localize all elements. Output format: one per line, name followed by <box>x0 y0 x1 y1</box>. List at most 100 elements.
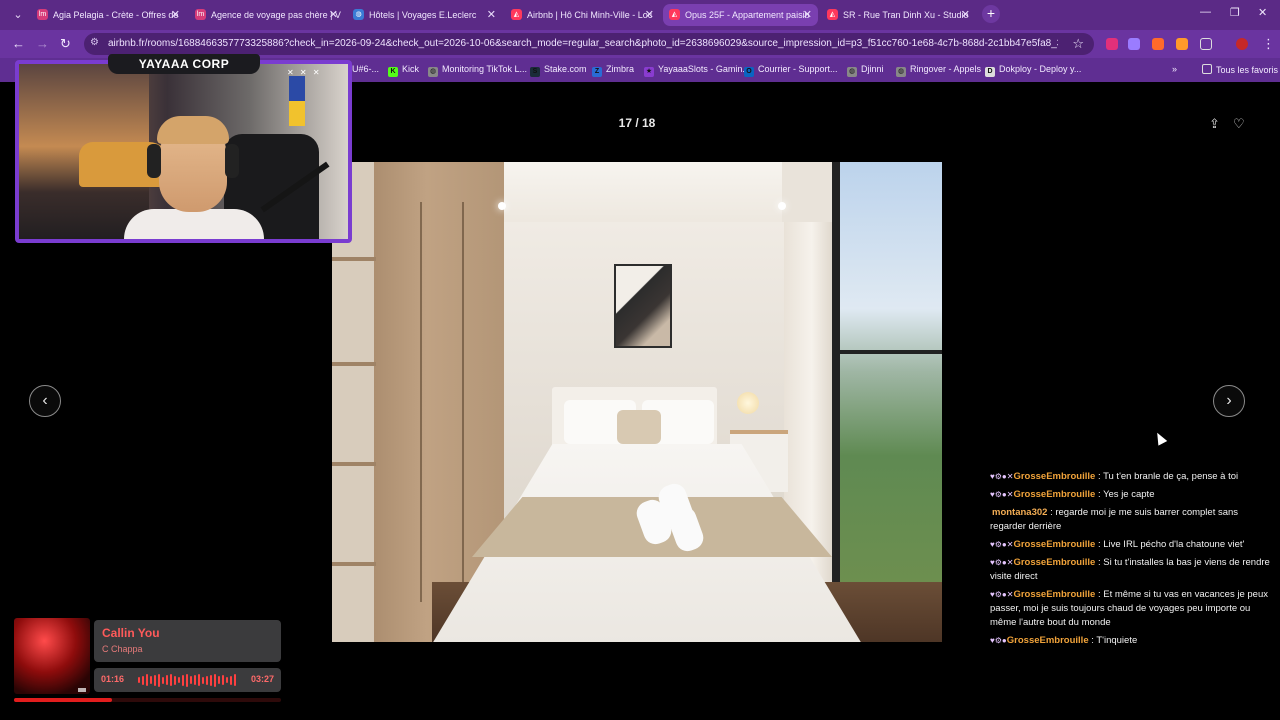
webcam-flag <box>289 76 305 126</box>
extension-icon[interactable] <box>1152 38 1164 50</box>
chat-badges: ♥⚙●✕ <box>990 490 1014 499</box>
photo-wardrobe-seam <box>462 202 464 602</box>
waveform-bar <box>154 674 156 686</box>
browser-tab[interactable]: ◍ Hôtels | Voyages E.Leclerc ✕ <box>347 4 502 26</box>
globe-icon: ◍ <box>353 9 364 20</box>
bookmark-label: Ringover - Appels <box>910 64 982 74</box>
chat-badges: ♥⚙●✕ <box>990 472 1014 481</box>
bookmark-item[interactable]: U#6-... <box>352 64 379 74</box>
waveform-bar <box>218 676 220 684</box>
waveform-bar <box>214 673 216 687</box>
photo-shelf <box>332 257 376 261</box>
browser-tab[interactable]: lm Agia Pelagia - Crète - Offres de ✕ <box>31 4 186 26</box>
bookmark-item[interactable]: D Dokploy - Deploy y... <box>985 64 1081 77</box>
close-tab-icon[interactable]: ✕ <box>803 4 812 26</box>
close-tab-icon[interactable]: ✕ <box>171 4 180 26</box>
heart-icon[interactable]: ♡ <box>1233 116 1245 132</box>
site-info-icon[interactable]: ⚙ <box>90 37 99 48</box>
photo-painting <box>614 264 672 348</box>
kick-icon: K <box>388 67 398 77</box>
photo-ceiling-light <box>498 202 506 210</box>
tab-title: Hôtels | Voyages E.Leclerc <box>369 10 477 20</box>
url-text[interactable]: airbnb.fr/rooms/1688466357773325886?chec… <box>108 38 1058 49</box>
browser-tab[interactable]: lm Agence de voyage pas chère | V ✕ <box>189 4 344 26</box>
browser-tab[interactable]: ◭ Airbnb | Hô Chi Minh-Ville - Loc ✕ <box>505 4 660 26</box>
bookmark-label: Kick <box>402 64 420 74</box>
elapsed-time: 01:16 <box>101 674 125 684</box>
minimize-icon[interactable]: — <box>1200 6 1211 18</box>
lastminute-icon: lm <box>195 9 206 20</box>
waveform-bar <box>158 673 160 687</box>
mouse-cursor <box>1152 430 1168 446</box>
waveform-bar <box>162 676 164 684</box>
previous-photo-button[interactable]: ‹ <box>29 385 61 417</box>
all-bookmarks-button[interactable]: Tous les favoris <box>1202 64 1278 75</box>
all-bookmarks-label: Tous les favoris <box>1216 65 1279 75</box>
waveform-bar <box>222 675 224 685</box>
chat-separator: : <box>1095 471 1104 482</box>
bookmark-item[interactable]: ◍ Ringover - Appels <box>896 64 981 77</box>
webcam-headset <box>225 144 239 178</box>
waveform-bar <box>202 676 204 684</box>
waveform-bar <box>206 675 208 685</box>
extension-icon[interactable] <box>1128 38 1140 50</box>
bookmark-item[interactable]: ◍ Djinni <box>847 64 884 77</box>
close-tab-icon[interactable]: ✕ <box>487 4 496 26</box>
chat-message: ♥⚙●✕GrosseEmbrouille : Live IRL pécho d'… <box>990 538 1272 552</box>
reload-icon[interactable]: ↻ <box>60 36 71 52</box>
waveform-bar <box>186 673 188 687</box>
close-window-icon[interactable]: ✕ <box>1258 6 1267 19</box>
chat-username: GrosseEmbrouille <box>1013 489 1096 500</box>
next-photo-button[interactable]: › <box>1213 385 1245 417</box>
waveform-bar <box>150 676 152 684</box>
close-tab-icon[interactable]: ✕ <box>645 4 654 26</box>
waveform-bar <box>190 676 192 684</box>
waveform-bar <box>138 677 140 683</box>
browser-tab[interactable]: ◭ SR - Rue Tran Dinh Xu - Studio ✕ <box>821 4 976 26</box>
bookmark-item[interactable]: S Stake.com <box>530 64 587 77</box>
forward-icon[interactable]: → <box>36 36 49 51</box>
chat-username: GrosseEmbrouille <box>1013 539 1096 550</box>
extension-icon[interactable] <box>1106 38 1118 50</box>
bookmark-item[interactable]: ★ YayaaaSlots - Gamin... <box>644 64 750 77</box>
bookmark-star-icon[interactable]: ☆ <box>1072 36 1084 52</box>
bookmark-item[interactable]: K Kick <box>388 64 419 77</box>
chat-message: ♥⚙●GrosseEmbrouille : T'inquiete <box>990 634 1272 648</box>
address-bar[interactable]: ⚙ airbnb.fr/rooms/1688466357773325886?ch… <box>84 33 1094 55</box>
waveform-bar <box>226 677 228 683</box>
dokploy-icon: D <box>985 67 995 77</box>
chat-message: ♥⚙●✕GrosseEmbrouille : Si tu t'installes… <box>990 556 1272 584</box>
chat-text: Yes je capte <box>1103 489 1155 500</box>
chat-username: GrosseEmbrouille <box>1013 589 1096 600</box>
chat-username: montana302 <box>992 507 1048 518</box>
extensions-puzzle-icon[interactable] <box>1200 38 1212 50</box>
new-tab-button[interactable]: + <box>982 5 1000 23</box>
back-icon[interactable]: ← <box>12 36 25 51</box>
maximize-icon[interactable]: ❐ <box>1230 6 1240 19</box>
browser-tab[interactable]: ◭ Opus 25F - Appartement paisib ✕ <box>663 4 818 26</box>
bookmark-item[interactable]: O Courrier - Support... <box>744 64 838 77</box>
bookmark-label: Monitoring TikTok L... <box>442 64 528 74</box>
waveform-bar <box>146 674 148 686</box>
outlook-icon: O <box>744 67 754 77</box>
bookmark-item[interactable]: ◍ Monitoring TikTok L... <box>428 64 527 77</box>
tab-search-icon[interactable]: ⌄ <box>8 5 28 25</box>
share-icon[interactable]: ⇪ <box>1209 116 1220 132</box>
bookmark-label: Zimbra <box>606 64 635 74</box>
bookmark-label: Stake.com <box>544 64 587 74</box>
playback-progress-fill <box>14 698 112 702</box>
bookmark-label: Djinni <box>861 64 884 74</box>
chat-separator: : <box>1095 489 1104 500</box>
bookmark-item[interactable]: Z Zimbra <box>592 64 634 77</box>
listing-photo <box>332 162 942 642</box>
bookmarks-overflow-icon[interactable]: » <box>1172 64 1177 74</box>
waveform-bar <box>182 674 184 686</box>
album-art <box>14 618 90 694</box>
close-tab-icon[interactable]: ✕ <box>961 4 970 26</box>
menu-kebab-icon[interactable]: ⋮ <box>1262 36 1275 52</box>
webcam-overlay: ✕ ✕ ✕ <box>15 60 352 243</box>
extension-icon[interactable] <box>1176 38 1188 50</box>
close-tab-icon[interactable]: ✕ <box>329 4 338 26</box>
chat-text: T'inquiete <box>1096 635 1138 646</box>
profile-avatar[interactable] <box>1236 38 1248 50</box>
